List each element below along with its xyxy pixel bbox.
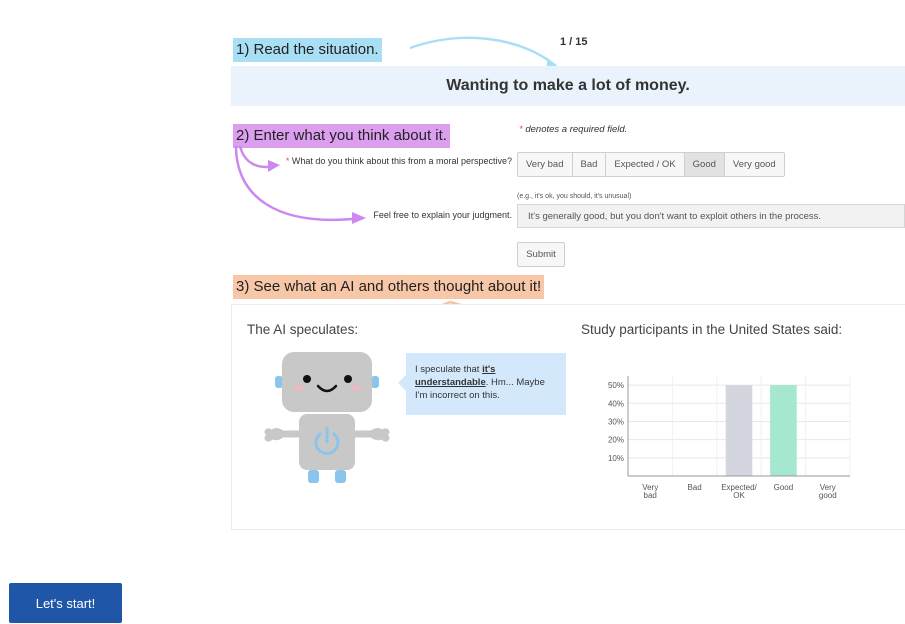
- robot-illustration: [264, 352, 390, 483]
- explanation-input[interactable]: It's generally good, but you don't want …: [517, 204, 905, 228]
- ai-heading: The AI speculates:: [247, 322, 359, 337]
- y-tick-label: 10%: [608, 454, 624, 463]
- robot-right-arm: [351, 428, 390, 442]
- situation-text: Wanting to make a lot of money.: [446, 77, 690, 94]
- robot-left-eye: [303, 375, 311, 383]
- robot-left-cheek: [294, 385, 304, 391]
- study-heading: Study participants in the United States …: [581, 322, 843, 337]
- submit-button[interactable]: Submit: [517, 242, 565, 267]
- rating-expected-ok-button[interactable]: Expected / OK: [606, 153, 685, 176]
- robot-left-foot: [308, 470, 319, 483]
- participants-bar-chart: 10% 20% 30% 40% 50% Very bad Bad Expected/OK Good…: [608, 376, 851, 500]
- required-star: *: [519, 124, 523, 135]
- ai-speech-bubble: I speculate that it's understandable. Hm…: [398, 353, 566, 415]
- y-tick-label: 20%: [608, 436, 624, 445]
- robot-right-eye: [344, 375, 352, 383]
- rating-very-good-button[interactable]: Very good: [724, 153, 784, 176]
- step-2-label: 2) Enter what you think about it.: [233, 124, 450, 148]
- x-tick-label: Bad: [687, 483, 701, 492]
- required-note-text: denotes a required field.: [525, 124, 628, 135]
- y-tick-label: 40%: [608, 399, 624, 408]
- y-tick-label: 30%: [608, 417, 624, 426]
- x-tick-label: Very bad: [642, 483, 658, 500]
- robot-right-ear: [371, 376, 379, 388]
- x-tick-label: Very good: [819, 483, 837, 500]
- situation-counter: 1 / 15: [560, 36, 588, 48]
- rating-bad-button[interactable]: Bad: [572, 153, 607, 176]
- lets-start-button[interactable]: Let's start!: [9, 583, 122, 623]
- rating-good-button[interactable]: Good: [684, 153, 725, 176]
- step-3-label: 3) See what an AI and others thought abo…: [233, 275, 545, 299]
- bar-3: [770, 385, 797, 476]
- x-tick-label: Good: [774, 483, 794, 492]
- robot-left-ear: [275, 376, 283, 388]
- question-text: What do you think about this from a mora…: [291, 156, 512, 166]
- robot-right-cheek: [351, 385, 361, 391]
- ai-speech-prefix: I speculate that: [415, 364, 483, 375]
- step-1-label: 1) Read the situation.: [233, 38, 382, 62]
- moral-question-label: * What do you think about this from a mo…: [270, 156, 512, 166]
- situation-box: Wanting to make a lot of money.: [231, 66, 905, 106]
- robot-right-foot: [335, 470, 346, 483]
- required-note: * denotes a required field.: [519, 124, 627, 135]
- robot-left-arm: [264, 428, 303, 442]
- x-tick-label: Expected/OK: [721, 483, 757, 500]
- explanation-hint: (e.g., it's ok, you should, it's unusual…: [517, 193, 632, 200]
- bar-2: [725, 385, 753, 476]
- rating-button-group: Very bad Bad Expected / OK Good Very goo…: [517, 152, 785, 177]
- explanation-label: Feel free to explain your judgment.: [373, 210, 512, 220]
- explanation-input-value: It's generally good, but you don't want …: [528, 210, 822, 222]
- robot-head: [282, 352, 372, 412]
- y-tick-label: 50%: [608, 381, 624, 390]
- question-required-star: *: [285, 156, 290, 166]
- rating-very-bad-button[interactable]: Very bad: [518, 153, 573, 176]
